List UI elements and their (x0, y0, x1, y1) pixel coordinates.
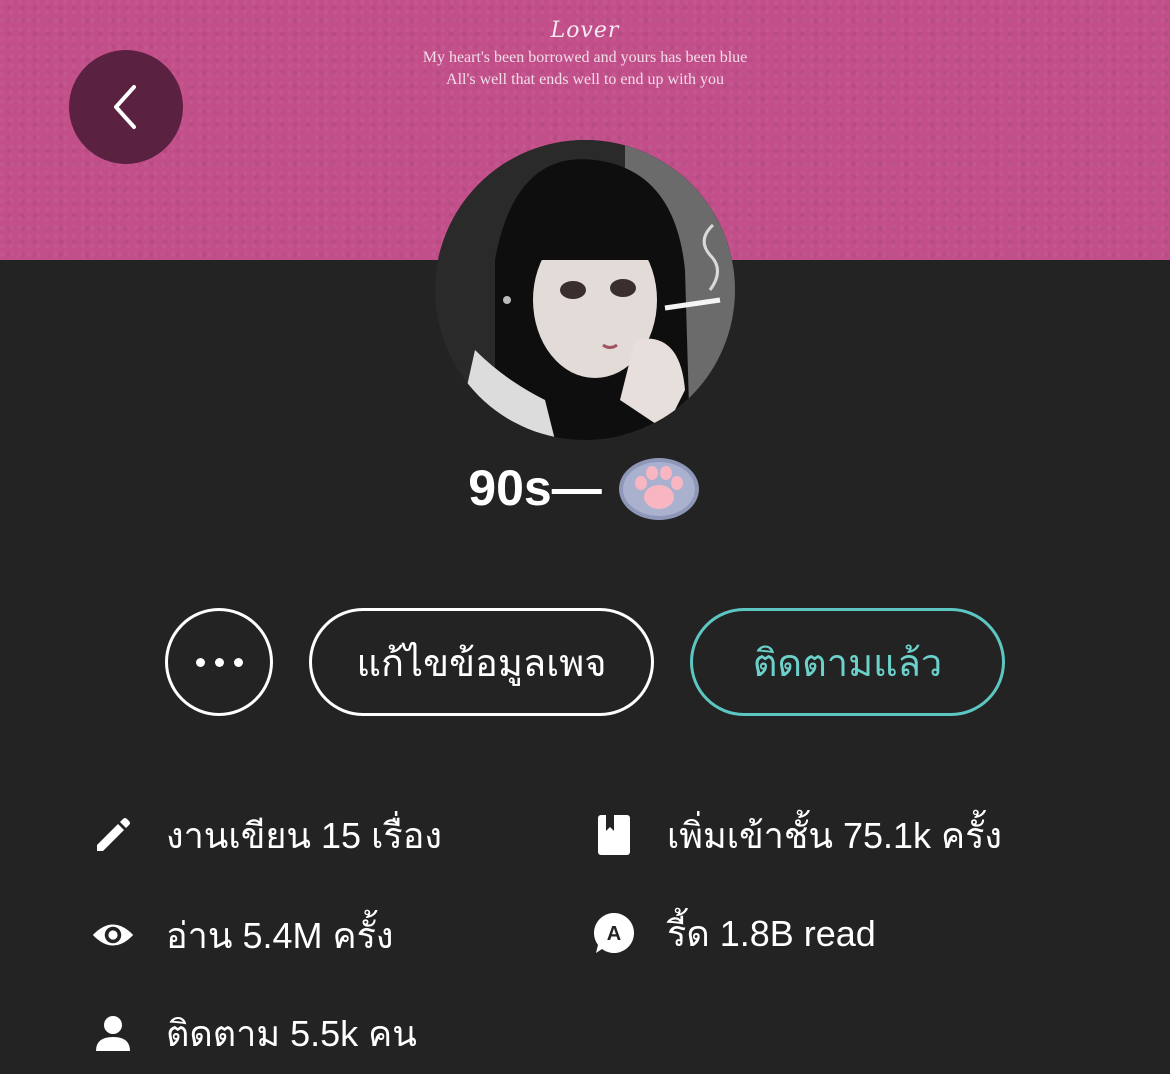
profile-avatar (435, 140, 735, 440)
profile-name-row: 90s— (0, 448, 1170, 528)
more-options-button[interactable] (165, 608, 273, 716)
back-button[interactable] (69, 50, 183, 164)
svg-text:A: A (607, 923, 621, 945)
stat-reads-label: อ่าน 5.4M ครั้ง (166, 914, 394, 956)
stat-bookshelf: เพิ่มเข้าชั้น 75.1k ครั้ง (592, 805, 1002, 865)
stat-read-count-label: รี้ด 1.8B read (667, 912, 876, 954)
read-bubble-icon: A (592, 911, 636, 955)
person-icon (91, 1011, 135, 1055)
stat-read-count: A รี้ด 1.8B read (592, 903, 876, 963)
banner-lyric-line-1: My heart's been borrowed and yours has b… (422, 49, 748, 66)
stat-followers: ติดตาม 5.5k คน (91, 1003, 417, 1063)
stat-works: งานเขียน 15 เรื่อง (91, 805, 442, 865)
paw-icon (618, 458, 699, 520)
stat-reads: อ่าน 5.4M ครั้ง (91, 905, 393, 965)
stat-followers-label: ติดตาม 5.5k คน (166, 1012, 417, 1054)
book-icon (592, 813, 636, 857)
stat-bookshelf-label: เพิ่มเข้าชั้น 75.1k ครั้ง (667, 814, 1003, 856)
banner-title: Lover (550, 18, 620, 43)
pencil-icon (91, 813, 135, 857)
stat-works-label: งานเขียน 15 เรื่อง (166, 814, 442, 856)
profile-name: 90s— (468, 460, 602, 516)
chevron-left-icon (114, 85, 136, 129)
profile-page: Lover My heart's been borrowed and yours… (0, 0, 1170, 1074)
eye-icon (91, 913, 135, 957)
more-dots-icon (195, 657, 243, 667)
edit-page-button[interactable]: แก้ไขข้อมูลเพจ (309, 608, 654, 716)
following-button[interactable]: ติดตามแล้ว (690, 608, 1005, 716)
